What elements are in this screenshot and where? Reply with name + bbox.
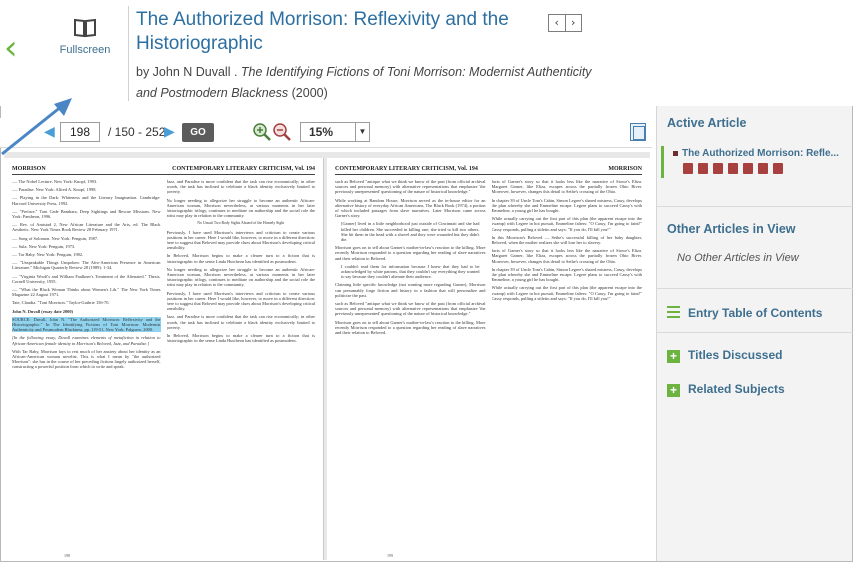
- bullet-icon: [673, 150, 678, 156]
- active-indicator: [661, 146, 664, 178]
- related-subjects-toggle[interactable]: + Related Subjects: [667, 382, 785, 397]
- active-article-title[interactable]: The Authorized Morrison: Refle...: [673, 148, 845, 159]
- page-number-left: 198: [64, 553, 70, 558]
- text-column-2: Jazz, and Paradise is more confident tha…: [166, 179, 316, 344]
- running-head-right-b: MORRISON: [608, 166, 642, 172]
- folder-icon[interactable]: [698, 163, 708, 174]
- list-icon: [667, 306, 680, 318]
- document-toolbar: ◀ 198 / 150 - 252 ▶ GO 15% ▼: [0, 118, 652, 148]
- chevron-left-icon[interactable]: ‹: [549, 15, 566, 31]
- article-title: The Authorized Morrison: Reflexivity and…: [136, 9, 509, 54]
- go-button[interactable]: GO: [182, 123, 214, 142]
- fullscreen-button[interactable]: Fullscreen: [44, 14, 126, 74]
- bookmark-icon[interactable]: [773, 163, 783, 174]
- running-head-right-a: CONTEMPORARY LITERARY CRITICISM, Vol. 19…: [335, 166, 478, 172]
- running-head-left: MORRISON CONTEMPORARY LITERARY CRITICISM…: [12, 166, 315, 175]
- pointer-arrow-icon: [1, 98, 72, 156]
- document-viewer[interactable]: MORRISON CONTEMPORARY LITERARY CRITICISM…: [4, 152, 650, 560]
- article-byline: by John N Duvall . The Identifying Ficti…: [136, 62, 606, 104]
- no-other-articles-text: No Other Articles in View: [677, 252, 799, 264]
- divider: [657, 288, 853, 289]
- byline-author: by John N Duvall .: [136, 65, 241, 79]
- divider: [657, 332, 853, 333]
- article-actions: [683, 163, 783, 174]
- article-header: ‹ Fullscreen The Authorized Morrison: Re…: [0, 0, 853, 106]
- document-page-left: MORRISON CONTEMPORARY LITERARY CRITICISM…: [4, 158, 324, 560]
- page-number-right: 199: [387, 553, 393, 558]
- running-head-left-a: MORRISON: [12, 166, 46, 172]
- zoom-select[interactable]: 15%: [300, 122, 356, 142]
- right-sidebar: Active Article The Authorized Morrison: …: [656, 106, 853, 561]
- titles-discussed-toggle[interactable]: + Titles Discussed: [667, 348, 783, 363]
- active-article-card[interactable]: The Authorized Morrison: Refle...: [661, 146, 849, 178]
- text-column-1: —. The Nobel Lecture. New York: Knopf, 1…: [12, 179, 161, 370]
- other-articles-heading: Other Articles in View: [667, 222, 796, 236]
- save-icon[interactable]: [758, 163, 768, 174]
- document-page-right: CONTEMPORARY LITERARY CRITICISM, Vol. 19…: [327, 158, 650, 560]
- book-icon: [74, 18, 96, 38]
- download-icon[interactable]: [713, 163, 723, 174]
- active-article-heading: Active Article: [667, 116, 747, 130]
- print-icon[interactable]: [728, 163, 738, 174]
- pdf-icon[interactable]: [683, 163, 693, 174]
- fullscreen-label: Fullscreen: [59, 44, 111, 56]
- chevron-down-icon[interactable]: ▼: [356, 122, 370, 142]
- plus-icon: +: [667, 384, 680, 397]
- page-layout-icon[interactable]: [630, 123, 646, 141]
- text-column-3: such as Beloved "antique what we think w…: [335, 179, 486, 336]
- page-range: / 150 - 252: [108, 125, 166, 139]
- running-head-left-b: CONTEMPORARY LITERARY CRITICISM, Vol. 19…: [172, 166, 315, 172]
- article-prev-next: ‹ ›: [548, 14, 582, 32]
- running-head-right: CONTEMPORARY LITERARY CRITICISM, Vol. 19…: [335, 166, 642, 175]
- plus-icon: +: [667, 350, 680, 363]
- text-column-4: facts of Garner's story so that it looks…: [491, 179, 643, 301]
- email-icon[interactable]: [743, 163, 753, 174]
- next-page-icon[interactable]: ▶: [164, 124, 175, 138]
- divider: [128, 6, 129, 101]
- zoom-in-icon[interactable]: [252, 122, 272, 142]
- zoom-out-icon[interactable]: [272, 122, 292, 142]
- chevron-left-icon[interactable]: ‹: [4, 28, 20, 68]
- byline-year: (2000): [288, 86, 328, 100]
- entry-toc-link[interactable]: Entry Table of Contents: [667, 306, 822, 320]
- divider: [657, 206, 853, 207]
- chevron-right-icon[interactable]: ›: [566, 15, 582, 31]
